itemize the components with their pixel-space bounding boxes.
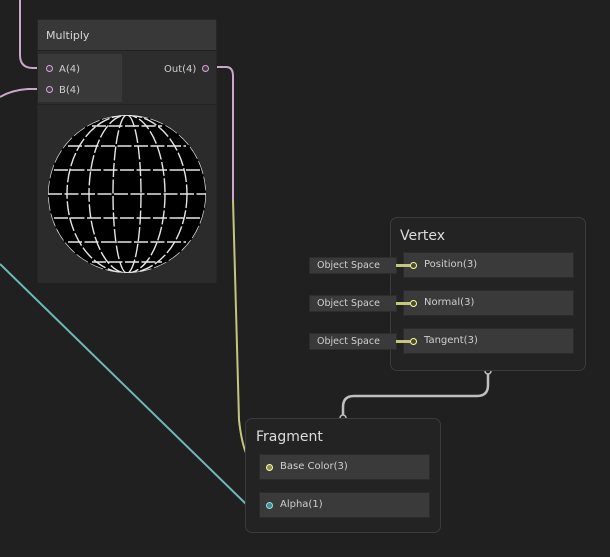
multiply-outputs: Out(4) <box>124 54 216 102</box>
alpha-port[interactable] <box>266 502 273 509</box>
vertex-slot-tangent[interactable]: Tangent(3) <box>403 328 574 354</box>
fragment-block[interactable]: Fragment Base Color(3) Alpha(1) <box>245 418 441 533</box>
multiply-node[interactable]: Multiply A(4) B(4) Out(4) <box>37 19 217 283</box>
wire-alpha <box>0 263 268 505</box>
normal-space-field[interactable]: Object Space <box>309 295 397 312</box>
fragment-title: Fragment <box>256 429 323 445</box>
output-port-out[interactable] <box>202 65 209 72</box>
sphere-preview <box>48 115 206 273</box>
vertex-slot-normal[interactable]: Normal(3) <box>403 290 574 316</box>
vertex-block[interactable]: Vertex Position(3) Normal(3) Tangent(3) <box>390 217 586 371</box>
vertex-slot-position[interactable]: Position(3) <box>403 252 574 278</box>
input-label-a: A(4) <box>59 64 81 75</box>
position-port[interactable] <box>410 262 417 269</box>
alpha-label: Alpha(1) <box>280 499 323 510</box>
position-space-field[interactable]: Object Space <box>309 257 397 274</box>
input-port-b[interactable] <box>46 86 53 93</box>
multiply-node-header[interactable]: Multiply <box>38 20 216 51</box>
position-space-connector <box>396 264 410 267</box>
fragment-slot-base-color[interactable]: Base Color(3) <box>259 454 430 480</box>
normal-space-connector <box>396 302 410 305</box>
tangent-space-field[interactable]: Object Space <box>309 333 397 350</box>
input-port-a[interactable] <box>46 65 53 72</box>
base-color-label: Base Color(3) <box>280 461 348 472</box>
multiply-node-title: Multiply <box>46 29 90 42</box>
tangent-label: Tangent(3) <box>424 335 478 346</box>
tangent-space-connector <box>396 340 410 343</box>
normal-port[interactable] <box>410 300 417 307</box>
input-label-b: B(4) <box>59 85 81 96</box>
node-preview[interactable] <box>38 104 216 283</box>
normal-label: Normal(3) <box>424 297 475 308</box>
vertex-title: Vertex <box>400 228 446 244</box>
output-label: Out(4) <box>164 64 197 75</box>
tangent-port[interactable] <box>410 338 417 345</box>
base-color-port[interactable] <box>266 464 273 471</box>
position-label: Position(3) <box>424 259 478 270</box>
wire-vertex-to-fragment <box>341 371 490 418</box>
multiply-inputs: A(4) B(4) <box>38 54 122 102</box>
fragment-slot-alpha[interactable]: Alpha(1) <box>259 492 430 518</box>
